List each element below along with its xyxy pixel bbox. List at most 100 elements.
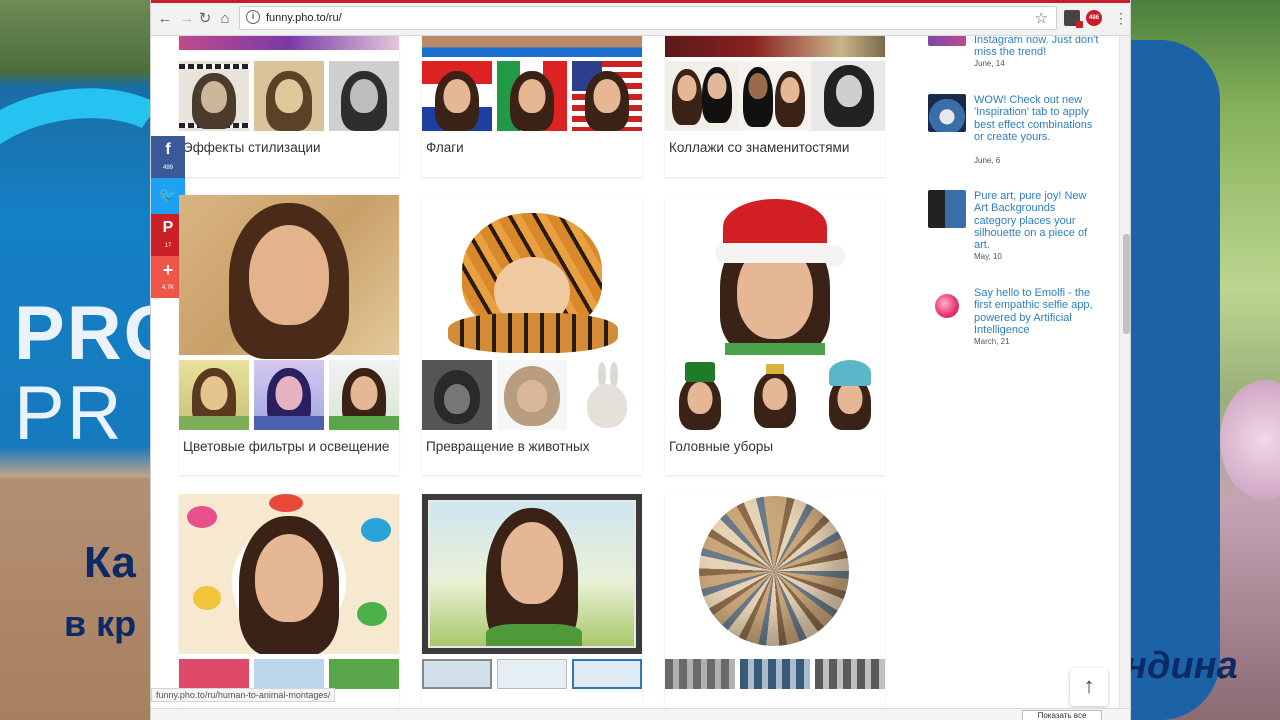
- card-main-image: [422, 494, 642, 654]
- card-title[interactable]: Цветовые фильтры и освещение: [183, 439, 395, 455]
- status-bar-url: funny.pho.to/ru/human-to-animal-montages…: [151, 688, 336, 702]
- emolfi-icon: [935, 294, 959, 318]
- card-thumb: [811, 61, 885, 131]
- card-thumb: [179, 61, 249, 131]
- facebook-share-button[interactable]: f 499: [151, 136, 185, 178]
- card-photo-sphere[interactable]: [665, 494, 885, 720]
- card-thumbnails: [665, 360, 885, 430]
- card-thumb: [422, 360, 492, 430]
- card-thumb: [815, 659, 885, 689]
- scroll-to-top-button[interactable]: ↑: [1070, 668, 1108, 706]
- background-ru-text-2: в кр: [64, 603, 137, 644]
- card-title[interactable]: Эффекты стилизации: [183, 140, 395, 156]
- card-thumb: [497, 659, 567, 689]
- browser-menu-icon[interactable]: ⋮: [1114, 9, 1128, 27]
- card-thumb: [572, 659, 642, 689]
- card-title[interactable]: Превращение в животных: [426, 439, 638, 455]
- card-main-image: [422, 36, 642, 57]
- address-bar[interactable]: i funny.pho.to/ru/ ☆: [239, 6, 1057, 30]
- card-thumb: [329, 360, 399, 430]
- card-celebrity-collages[interactable]: Коллажи со знаменитостями: [665, 36, 885, 177]
- card-thumbnails: [422, 659, 642, 689]
- card-title[interactable]: Коллажи со знаменитостями: [669, 140, 881, 156]
- card-main-image: [179, 36, 399, 50]
- browser-window: ← → ↻ ⌂ i funny.pho.to/ru/ ☆ 486 ⋮ Эффек…: [150, 0, 1131, 720]
- card-animal-transform[interactable]: Превращение в животных: [422, 195, 642, 475]
- facebook-share-count: 499: [162, 165, 173, 171]
- card-color-filters[interactable]: Цветовые фильтры и освещение: [179, 195, 399, 475]
- background-flower: [1220, 380, 1280, 500]
- card-thumb: [497, 360, 567, 430]
- toolbar-top-strip: [151, 0, 1130, 3]
- reload-icon[interactable]: ↻: [195, 9, 215, 29]
- news-text[interactable]: WOW! Check out new 'Inspiration' tab to …: [974, 94, 1100, 143]
- forward-arrow-icon[interactable]: →: [177, 9, 197, 29]
- address-url: funny.pho.to/ru/: [266, 12, 342, 24]
- card-thumb: [254, 659, 324, 689]
- background-text-1: PRO: [14, 291, 150, 376]
- card-thumb: [665, 659, 735, 689]
- card-title[interactable]: Флаги: [426, 140, 638, 156]
- news-text[interactable]: Instagram now. Just don't miss the trend…: [974, 36, 1100, 59]
- bookmark-star-icon[interactable]: ☆: [1035, 9, 1048, 27]
- card-photo-frame[interactable]: [422, 494, 642, 720]
- show-all-downloads-button[interactable]: Показать все: [1022, 710, 1102, 720]
- facebook-icon: f: [165, 141, 171, 158]
- page-content: Эффекты стилизации Флаги Коллажи со знам…: [151, 36, 1130, 720]
- home-icon[interactable]: ⌂: [215, 9, 235, 29]
- browser-toolbar: ← → ↻ ⌂ i funny.pho.to/ru/ ☆ 486 ⋮: [151, 0, 1130, 36]
- card-thumb: [422, 61, 492, 131]
- card-thumbnails: [665, 659, 885, 689]
- card-thumb: [179, 360, 249, 430]
- back-arrow-icon[interactable]: ←: [155, 9, 175, 29]
- card-thumb: [665, 61, 738, 131]
- card-thumb: [179, 659, 249, 689]
- news-text[interactable]: Pure art, pure joy! New Art Backgrounds …: [974, 190, 1100, 251]
- card-thumb: [254, 61, 324, 131]
- card-main-image: [665, 36, 885, 57]
- card-main-image: [179, 494, 399, 654]
- news-thumbnail: [928, 190, 966, 228]
- news-item[interactable]: Instagram now. Just don't miss the trend…: [928, 36, 1108, 68]
- card-thumb: [254, 360, 324, 430]
- card-main-image: [179, 195, 399, 359]
- news-item[interactable]: Pure art, pure joy! New Art Backgrounds …: [928, 190, 1108, 261]
- news-date: June, 6: [974, 156, 1001, 165]
- scrollbar-thumb[interactable]: [1123, 234, 1130, 334]
- card-main-image: [665, 195, 885, 355]
- card-thumbnails: [179, 659, 399, 689]
- news-date: May, 10: [974, 252, 1002, 261]
- card-thumb: [572, 61, 642, 131]
- card-headwear[interactable]: Головные уборы: [665, 195, 885, 475]
- news-thumbnail: [928, 94, 966, 132]
- news-item[interactable]: WOW! Check out new 'Inspiration' tab to …: [928, 94, 1108, 165]
- background-swoosh: [0, 68, 150, 282]
- card-thumbnails: [665, 61, 885, 131]
- background-text-2: PR: [14, 371, 124, 456]
- card-thumbnails: [422, 360, 642, 430]
- background-left-panel: PRO PR Ка в кр: [0, 0, 150, 720]
- background-right-panel: ндина: [1130, 0, 1280, 720]
- page-scrollbar[interactable]: [1119, 36, 1130, 720]
- card-main-image: [422, 195, 642, 355]
- card-main-image: [665, 494, 885, 654]
- news-date: June, 14: [974, 59, 1005, 68]
- background-blue-shape: [1130, 40, 1220, 720]
- background-lower-area: [0, 478, 150, 720]
- news-text[interactable]: Say hello to Emolfi - the first empathic…: [974, 287, 1100, 336]
- card-thumb: [815, 360, 885, 430]
- news-thumbnail: [928, 36, 966, 46]
- card-thumbnails: [422, 61, 642, 131]
- card-thumb: [572, 360, 642, 430]
- card-stylization[interactable]: Эффекты стилизации: [179, 36, 399, 177]
- card-thumbnails: [179, 360, 399, 430]
- extension-icon[interactable]: [1064, 10, 1083, 28]
- news-item[interactable]: Say hello to Emolfi - the first empathic…: [928, 287, 1108, 347]
- card-title[interactable]: Головные уборы: [669, 439, 881, 455]
- extension-badge-icon[interactable]: 486: [1086, 10, 1102, 26]
- info-icon[interactable]: i: [246, 10, 260, 24]
- card-thumb: [497, 61, 567, 131]
- card-thumb: [329, 61, 399, 131]
- card-birds-frame[interactable]: [179, 494, 399, 720]
- card-flags[interactable]: Флаги: [422, 36, 642, 177]
